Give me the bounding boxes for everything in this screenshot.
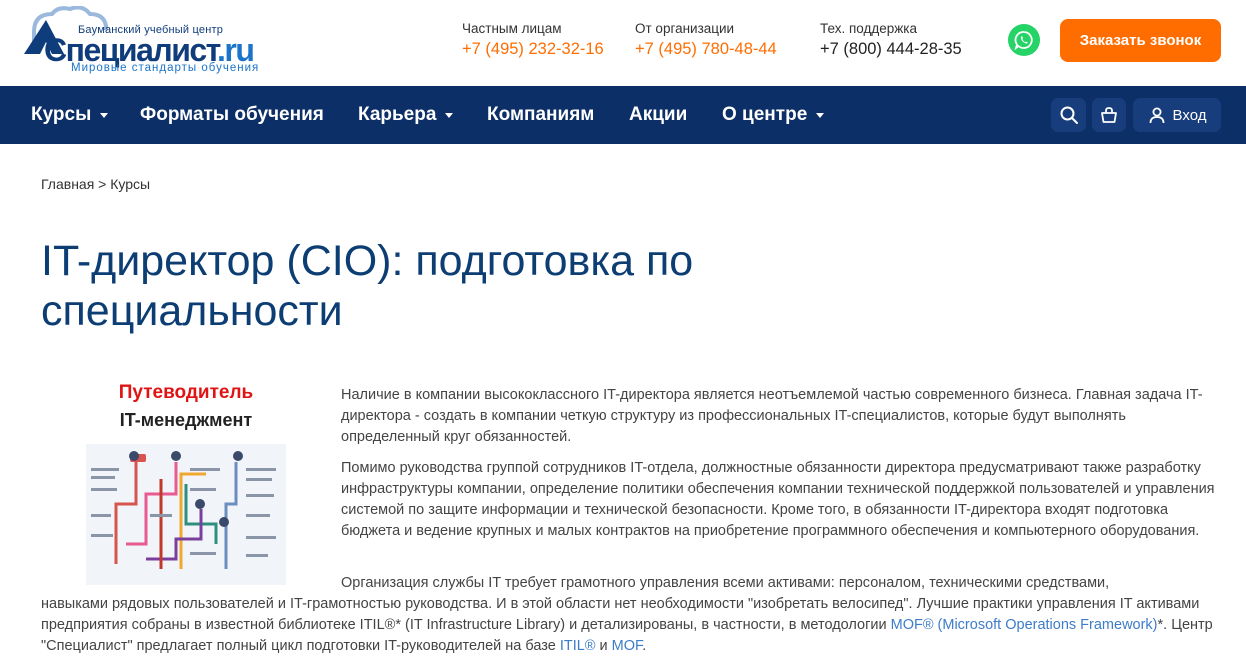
logo-motto: Мировые стандарты обучения (71, 62, 260, 74)
contact-support: Тех. поддержка +7 (800) 444-28-35 (820, 21, 962, 59)
nav-item-career[interactable]: Карьера (358, 86, 454, 144)
cart-button[interactable] (1092, 98, 1126, 132)
breadcrumb: Главная > Курсы (41, 176, 150, 192)
itil-link[interactable]: ITIL® (560, 638, 596, 654)
phone-link[interactable]: +7 (495) 780-48-44 (635, 40, 777, 59)
contact-organization: От организации +7 (495) 780-48-44 (635, 21, 777, 59)
nav-item-formats[interactable]: Форматы обучения (140, 86, 324, 144)
breadcrumb-courses[interactable]: Курсы (110, 176, 150, 192)
nav-item-about[interactable]: О центре (722, 86, 825, 144)
contact-label: Тех. поддержка (820, 21, 917, 36)
page-title: IT-директор (CIO): подготовка по специал… (41, 237, 694, 335)
nav-item-courses[interactable]: Курсы (31, 86, 109, 144)
basket-icon (1101, 107, 1117, 123)
callback-button[interactable]: Заказать звонок (1060, 19, 1221, 62)
nav-item-label: Курсы (31, 104, 92, 125)
site-logo[interactable]: Бауманский учебный центр Специалист.ru М… (20, 4, 290, 78)
paragraph-text: . (642, 638, 647, 654)
intro-paragraph-1: Наличие в компании высококлассного IT-ди… (341, 387, 1203, 445)
intro-paragraph-3: навыками рядовых пользователей и IT-грам… (41, 594, 1221, 657)
phone-link[interactable]: +7 (800) 444-28-35 (820, 40, 962, 59)
paragraph-text: и (595, 638, 612, 654)
nav-item-label: Форматы обучения (140, 104, 324, 125)
header-top: Бауманский учебный центр Специалист.ru М… (0, 0, 1246, 86)
phone-link[interactable]: +7 (495) 232-32-16 (462, 40, 604, 59)
contact-label: От организации (635, 21, 735, 36)
mof-full-link[interactable]: MOF® (Microsoft Operations Framework) (891, 617, 1158, 633)
chevron-down-icon (816, 112, 825, 118)
guide-title: Путеводитель (118, 382, 254, 403)
breadcrumb-home[interactable]: Главная (41, 176, 94, 192)
nav-item-promotions[interactable]: Акции (629, 86, 687, 144)
search-button[interactable] (1051, 98, 1086, 132)
nav-item-label: Акции (629, 104, 688, 125)
nav-item-label: Компаниям (487, 104, 595, 125)
guide-banner[interactable]: Путеводитель IT-менеджмент (86, 382, 286, 585)
guide-subtitle: IT-менеджмент (119, 410, 253, 430)
chevron-down-icon (100, 112, 109, 118)
whatsapp-glyph-icon (1014, 31, 1033, 50)
intro-paragraph-3-first-line: Организация службы IT требует грамотного… (341, 575, 1110, 591)
nav-item-companies[interactable]: Компаниям (487, 86, 594, 144)
chevron-down-icon (445, 112, 454, 118)
mof-link[interactable]: MOF (612, 638, 643, 654)
login-button[interactable]: Вход (1133, 98, 1221, 132)
nav-item-label: Карьера (358, 104, 437, 125)
contact-private: Частным лицам +7 (495) 232-32-16 (462, 21, 604, 59)
nav-item-label: О центре (722, 104, 808, 125)
search-icon (1060, 106, 1078, 124)
guide-roadmap-image (86, 444, 286, 585)
contact-label: Частным лицам (462, 21, 562, 36)
intro-paragraph-2: Помимо руководства группой сотрудников I… (341, 460, 1215, 539)
whatsapp-icon[interactable] (1008, 24, 1040, 56)
login-label: Вход (1172, 106, 1207, 124)
breadcrumb-separator: > (94, 176, 111, 192)
user-icon (1149, 107, 1164, 124)
